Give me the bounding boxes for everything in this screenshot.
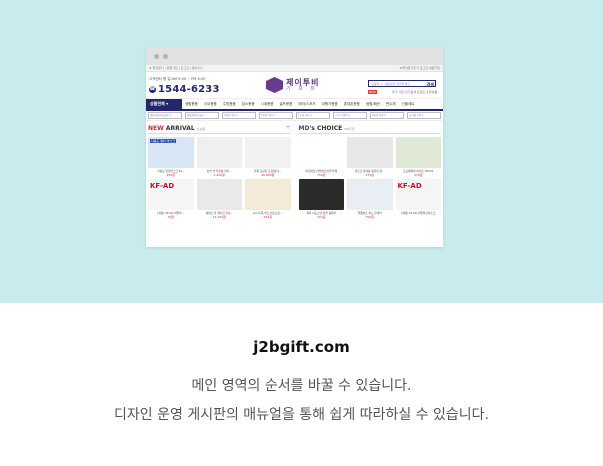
product-image[interactable] (395, 137, 441, 168)
customer-center-label: 고객센터 평 일 AM 9:00 ~ PM 6:00 (149, 77, 206, 81)
product-card[interactable]: 순면 면 현장용 물티... 1,400원 (196, 137, 242, 177)
more-button[interactable]: + (285, 124, 290, 131)
nav-item[interactable]: 생활용품 (182, 102, 201, 107)
site-domain: j2bgift.com (253, 338, 350, 356)
browser-window: ★ 즐겨찾기 | 회원가입 | 로그인 | 장바구니 ★즐겨찾기추가 로그인 회… (146, 47, 443, 247)
nav-item[interactable]: 판수제 (383, 102, 399, 107)
product-card[interactable]: 퀘이트 일 레이크 물사... 12,700원 (196, 179, 242, 219)
filter-select[interactable]: 2천원 이하 ▾ (222, 112, 256, 119)
nav-item[interactable]: 여행가용품 (319, 102, 341, 107)
nav-item[interactable]: 골프용품 (276, 102, 295, 107)
product-sections: NEW ARRIVAL 신상품 + 다용도 멀티 마스크 다용도 방한마스크 DJ… (146, 121, 443, 219)
product-card[interactable]: 챌리 지도스텐 반찬 통틀어 300원 (298, 179, 344, 219)
filter-select[interactable]: 1만원 이하 ▾ (296, 112, 330, 119)
product-card[interactable]: 일품아트 치노 블레이 750원 (347, 179, 393, 219)
window-dot-icon (154, 54, 159, 59)
product-grid: 다용도 멀티 마스크 다용도 방한마스크 DJ... 250원 순면 면 현장용 물티… (148, 137, 291, 219)
product-image[interactable] (196, 179, 242, 210)
nav-item[interactable]: 사무용품 (201, 102, 220, 107)
description-line-2: 디자인 운영 게시판의 매뉴얼을 통해 쉽게 따라하실 수 있습니다. (114, 407, 489, 423)
product-price: 26,800원 (261, 173, 275, 177)
product-price: 750원 (365, 215, 375, 219)
section-header: NEW ARRIVAL 신상품 + (148, 124, 291, 134)
nav-item[interactable]: 시계용품 (258, 102, 277, 107)
product-image[interactable] (347, 137, 393, 168)
browser-titlebar (146, 47, 443, 65)
phone-icon: ☎ (149, 86, 156, 93)
product-image[interactable] (298, 179, 344, 210)
description-line-1: 메인 영역의 순서를 바꿀 수 있습니다. (191, 378, 412, 394)
search-placeholder: 상품명 or 상품번호 입력하세요 (371, 82, 411, 86)
site-topbar: ★ 즐겨찾기 | 회원가입 | 로그인 | 장바구니 ★즐겨찾기추가 로그인 회… (146, 65, 443, 72)
section-header: MD's CHOICE MD추천 (298, 125, 441, 134)
filter-bar: 생활용품/선물세트 ▾ 생활용품/선물 ▾ 2천원 이하 ▾ 5천원 이하 ▾ … (146, 111, 443, 121)
nav-item[interactable]: 선물세트 (399, 102, 418, 107)
product-price: 70원 (167, 215, 175, 219)
product-card[interactable]: KF-AD [개성] KF-AD 비말차단마스크 (395, 179, 442, 219)
section-new-arrival: NEW ARRIVAL 신상품 + 다용도 멀티 마스크 다용도 방한마스크 DJ… (148, 124, 291, 219)
nav-item[interactable]: 주방용품 (220, 102, 239, 107)
section-subtitle: MD추천 (344, 127, 355, 131)
product-price: 470원 (414, 173, 423, 177)
section-subtitle: 신상품 (196, 127, 205, 131)
hero-background: ★ 즐겨찾기 | 회원가입 | 로그인 | 장바구니 ★즐겨찾기추가 로그인 회… (0, 0, 603, 303)
product-price: 470원 (263, 215, 273, 219)
nav-item[interactable]: 생활/패션 (363, 102, 383, 107)
product-tag: 다용도 멀티 마스크 (150, 139, 176, 143)
customer-phone: ☎ 1544-6233 (149, 84, 220, 95)
section-md-choice: MD's CHOICE MD추천 미래지장 반첩엔/스타투부채 750원 마스크 휴… (298, 125, 442, 219)
phone-number: 1544-6233 (158, 84, 220, 95)
product-price: 470원 (365, 173, 375, 177)
filter-select[interactable]: 스포츠/레저 ▾ (333, 112, 367, 119)
all-categories-button[interactable]: 상품전체 ▾ (146, 99, 182, 109)
product-price: 1,400원 (213, 173, 225, 177)
product-card[interactable]: 프로페셔널 바이스 300ml 470원 (395, 137, 441, 177)
topbar-right-links[interactable]: ★즐겨찾기추가 로그인 회원가입 (400, 66, 440, 70)
category-nav: 상품전체 ▾ 생활용품 사무용품 주방용품 업소용품 시계용품 골프용품 레저/… (146, 99, 443, 111)
filter-select[interactable]: 생활용품/선물 ▾ (185, 112, 219, 119)
product-brand-mark: KF-AD (397, 182, 422, 190)
product-card[interactable]: ecol가죽 하스 판소포장... 470원 (245, 179, 291, 219)
product-price: 250원 (166, 173, 176, 177)
new-badge: NEW (368, 90, 378, 94)
product-name[interactable]: [개성] KF-AD 비말차단마스크 (396, 211, 442, 215)
site-header: 고객센터 평 일 AM 9:00 ~ PM 6:00 ☎ 1544-6233 제… (146, 72, 443, 99)
product-card[interactable]: 미래지장 반첩엔/스타투부채 750원 (298, 137, 344, 177)
filter-select[interactable]: 6천원 이상 ▾ (370, 112, 404, 119)
topbar-left-links[interactable]: ★ 즐겨찾기 | 회원가입 | 로그인 | 장바구니 (149, 66, 400, 70)
filter-select[interactable]: 생활용품/선물세트 ▾ (148, 112, 182, 119)
product-image[interactable] (347, 179, 393, 210)
section-title: NEW ARRIVAL (148, 125, 195, 132)
nav-item[interactable]: 휴대폰용품 (341, 102, 363, 107)
product-image[interactable] (245, 137, 291, 168)
product-brand-mark: KF-AD (150, 182, 175, 190)
product-price: 750원 (317, 173, 326, 177)
search-input[interactable]: 상품명 or 상품번호 입력하세요 검색 (368, 80, 436, 87)
product-image[interactable] (245, 179, 291, 210)
product-image[interactable] (196, 137, 242, 168)
product-image[interactable]: 다용도 멀티 마스크 (148, 137, 194, 168)
logo-cube-icon (266, 77, 283, 93)
window-dot-icon (163, 54, 168, 59)
filter-select[interactable]: 단가별 검색 ▾ (407, 112, 441, 119)
product-grid: 미래지장 반첩엔/스타투부채 750원 마스크 휴대용 목걸이 걸... 470원 프로… (298, 137, 442, 219)
product-price: 12,700원 (212, 215, 226, 219)
nav-item[interactable]: 업소용품 (239, 102, 258, 107)
site-logo[interactable]: 제이투비 기 프 트 (266, 77, 319, 93)
product-image[interactable]: KF-AD (148, 179, 194, 210)
header-quick-links[interactable]: 후기 사은 인기검색 트렌드 추천상품 (392, 90, 437, 94)
filter-select[interactable]: 5천원 이하 ▾ (259, 112, 293, 119)
logo-subtitle: 기 프 트 (286, 85, 318, 92)
product-image[interactable] (298, 137, 344, 168)
section-title: MD's CHOICE (298, 125, 343, 132)
nav-item[interactable]: 레저/스포츠 (295, 102, 318, 107)
search-button[interactable]: 검색 (427, 81, 434, 86)
product-card[interactable]: 다용도 멀티 마스크 다용도 방한마스크 DJ... 250원 (148, 137, 194, 177)
product-card[interactable]: 마스크 휴대용 목걸이 걸... 470원 (347, 137, 393, 177)
product-price: 300원 (317, 215, 326, 219)
product-card[interactable]: 일회 포장지 포장재/기... 26,800원 (245, 137, 291, 177)
product-image[interactable]: KF-AD (395, 179, 441, 210)
product-card[interactable]: KF-AD [개성] KF-AD 비말차... 70원 (148, 179, 194, 219)
